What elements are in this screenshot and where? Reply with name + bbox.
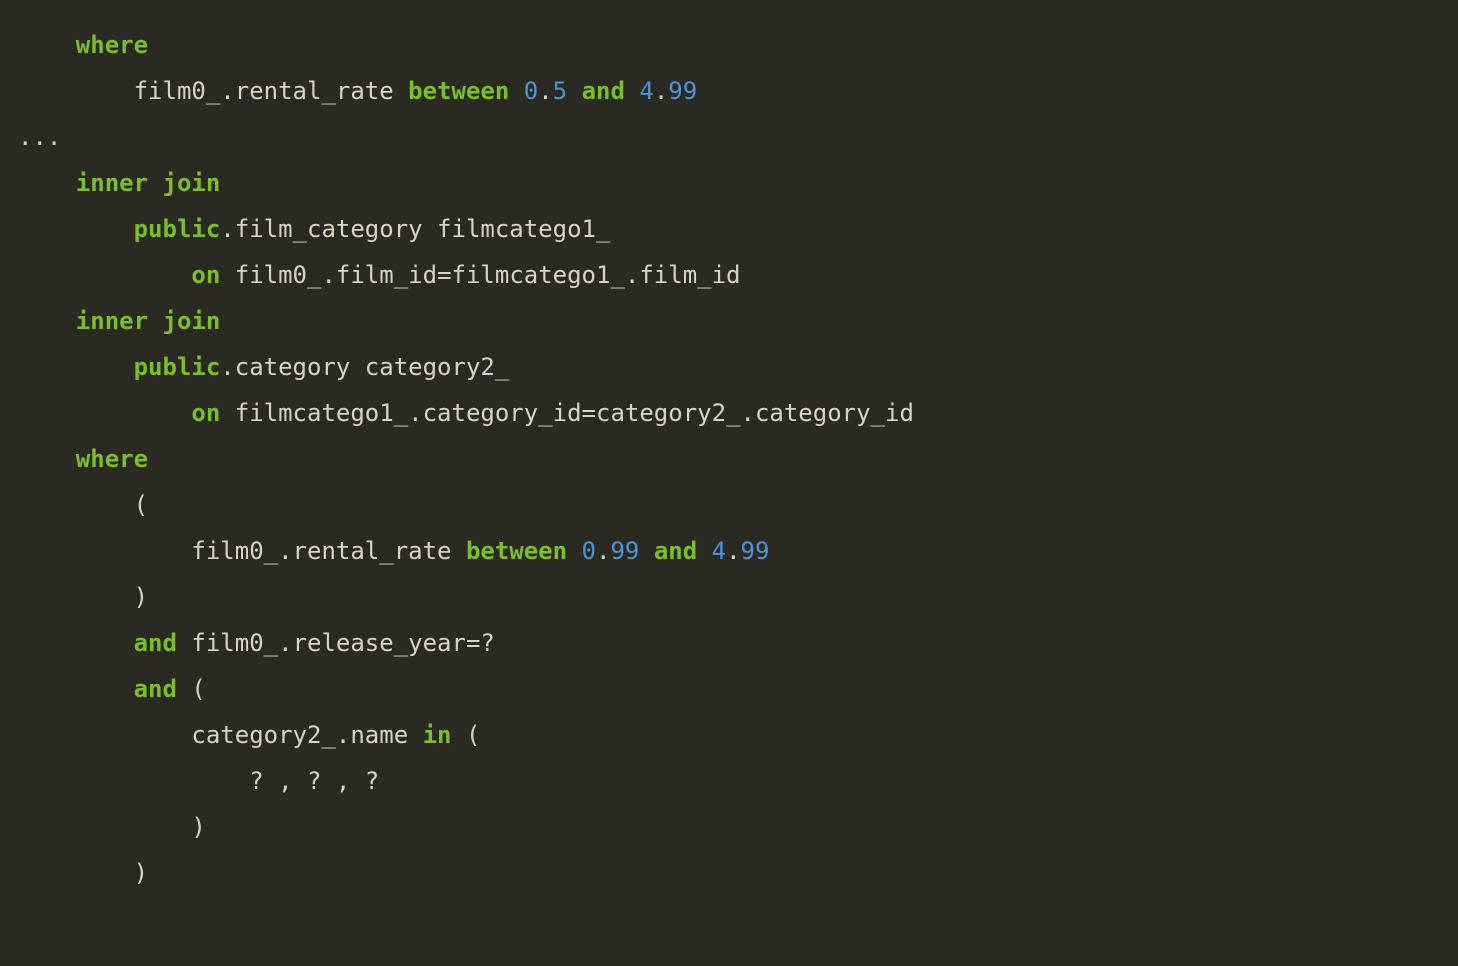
token-punct: . (321, 261, 335, 289)
token-kw2: public (134, 215, 221, 243)
token-ident (625, 77, 639, 105)
token-num: 0 (582, 537, 596, 565)
token-punct: . (278, 629, 292, 657)
token-ident: category category2_ (235, 353, 510, 381)
token-kw2: public (134, 353, 221, 381)
token-ident: release_year (293, 629, 466, 657)
token-punct: . (726, 537, 740, 565)
token-punct: ( (466, 721, 480, 749)
token-punct: ( (134, 491, 148, 519)
token-ident: film_id (639, 261, 740, 289)
token-punct: . (220, 77, 234, 105)
token-ident (509, 77, 523, 105)
token-kw: inner (76, 307, 148, 335)
token-ident: film0_ (134, 77, 221, 105)
token-punct: . (596, 537, 610, 565)
token-kw: and (134, 629, 177, 657)
token-ident: filmcatego1_ (452, 261, 625, 289)
token-ident: film_id (336, 261, 437, 289)
token-num: 99 (610, 537, 639, 565)
sql-code-block: where film0_.rental_rate between 0.5 and… (0, 0, 1458, 918)
token-num: 5 (553, 77, 567, 105)
token-ident (148, 307, 162, 335)
token-ident: film_category filmcatego1_ (235, 215, 611, 243)
token-punct: ? (480, 629, 494, 657)
token-ident (639, 537, 653, 565)
token-kw: join (163, 169, 221, 197)
token-op: = (437, 261, 451, 289)
token-kw: in (423, 721, 452, 749)
token-ident: name (350, 721, 422, 749)
token-punct: ) (134, 583, 148, 611)
token-punct: . (220, 353, 234, 381)
token-num: 4 (639, 77, 653, 105)
token-punct: . (538, 77, 552, 105)
token-op: = (466, 629, 480, 657)
token-punct: . (336, 721, 350, 749)
token-ident: film0_ (191, 537, 278, 565)
token-ident (697, 537, 711, 565)
token-ident: category2_ (596, 399, 741, 427)
token-kw: and (134, 675, 177, 703)
token-punct: . (654, 77, 668, 105)
token-ident: film0_ (220, 261, 321, 289)
token-ident (567, 537, 581, 565)
token-kw: and (654, 537, 697, 565)
token-punct: . (741, 399, 755, 427)
token-kw: where (76, 31, 148, 59)
token-op: = (582, 399, 596, 427)
token-kw2: on (191, 261, 220, 289)
token-ident: category2_ (191, 721, 336, 749)
token-punct: ... (18, 123, 61, 151)
token-ident (148, 169, 162, 197)
token-kw: inner (76, 169, 148, 197)
token-punct: . (278, 537, 292, 565)
token-kw: between (408, 77, 509, 105)
token-ident: rental_rate (293, 537, 466, 565)
token-punct: . (220, 215, 234, 243)
token-ident: film0_ (177, 629, 278, 657)
token-num: 99 (741, 537, 770, 565)
token-punct: ? , ? , ? (249, 767, 379, 795)
token-num: 4 (712, 537, 726, 565)
token-kw: between (466, 537, 567, 565)
token-kw2: on (191, 399, 220, 427)
token-num: 99 (668, 77, 697, 105)
token-punct: ) (134, 859, 148, 887)
token-ident (452, 721, 466, 749)
token-kw: where (76, 445, 148, 473)
token-kw: and (582, 77, 625, 105)
token-ident (567, 77, 581, 105)
token-num: 0 (524, 77, 538, 105)
token-ident: filmcatego1_ (220, 399, 408, 427)
token-punct: . (408, 399, 422, 427)
token-ident: category_id (423, 399, 582, 427)
token-punct: ( (191, 675, 205, 703)
token-ident: rental_rate (235, 77, 408, 105)
token-ident: category_id (755, 399, 914, 427)
token-punct: ) (191, 813, 205, 841)
token-ident (177, 675, 191, 703)
token-kw: join (163, 307, 221, 335)
token-punct: . (625, 261, 639, 289)
